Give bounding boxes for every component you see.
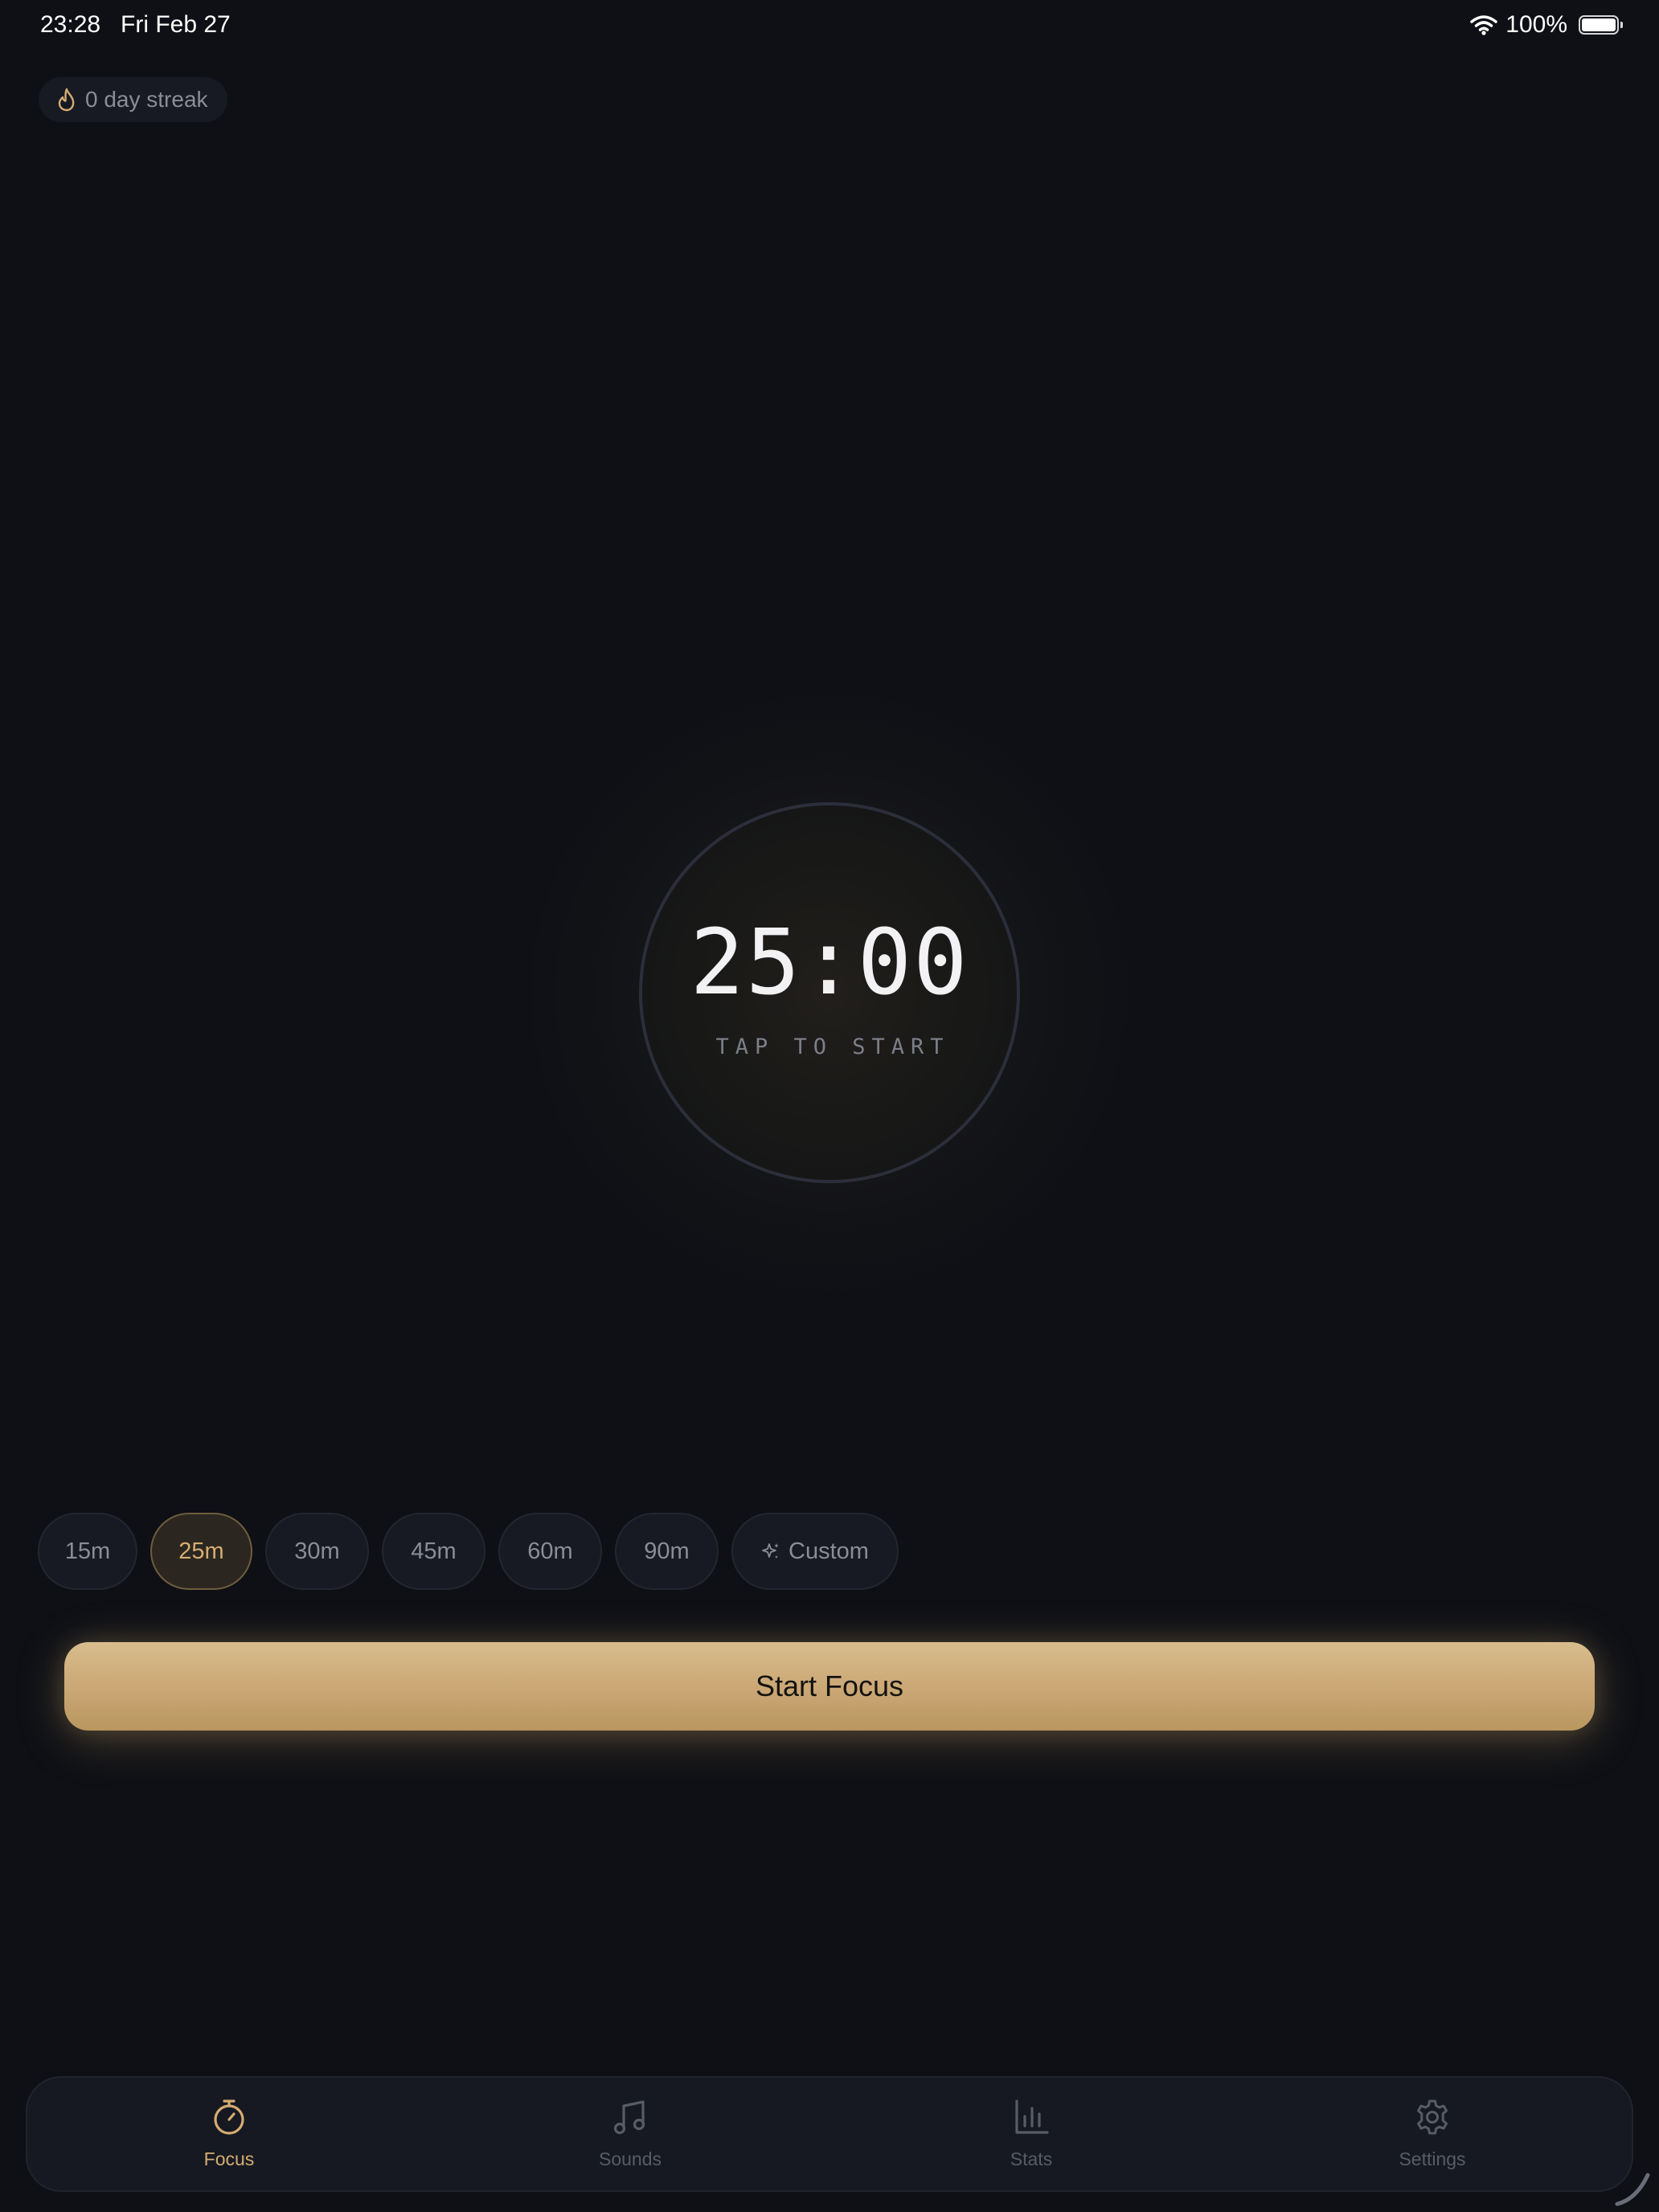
duration-chip-15m[interactable]: 15m: [38, 1513, 137, 1590]
tab-sounds[interactable]: Sounds: [510, 2078, 751, 2190]
battery-icon: [1579, 15, 1623, 35]
tab-label: Stats: [1010, 2149, 1053, 2169]
duration-chip-custom[interactable]: Custom: [731, 1513, 899, 1590]
streak-badge: 0 day streak: [39, 77, 227, 122]
status-indicators: 100%: [1470, 11, 1623, 39]
gear-icon: [1312, 2099, 1553, 2136]
status-date: Fri Feb 27: [121, 11, 231, 38]
duration-chip-45m[interactable]: 45m: [382, 1513, 485, 1590]
battery-percentage: 100%: [1505, 11, 1567, 38]
sparkle-icon: [761, 1542, 780, 1561]
tab-focus[interactable]: Focus: [109, 2078, 350, 2190]
duration-chip-90m[interactable]: 90m: [615, 1513, 719, 1590]
music-note-icon: [510, 2099, 751, 2136]
flame-icon: [56, 87, 77, 113]
duration-chip-60m[interactable]: 60m: [498, 1513, 602, 1590]
streak-label: 0 day streak: [85, 87, 208, 112]
resize-handle-icon: [1612, 2167, 1653, 2207]
tab-label: Focus: [203, 2149, 255, 2169]
timer-display: 25:00: [690, 911, 969, 1015]
tab-bar: Focus Sounds Stats Settings: [26, 2076, 1633, 2192]
timer-dial[interactable]: 25:00 TAP TO START: [639, 802, 1020, 1183]
bar-chart-icon: [911, 2099, 1152, 2136]
duration-chip-25m[interactable]: 25m: [150, 1513, 252, 1590]
wifi-icon: [1470, 14, 1498, 35]
tab-label: Settings: [1399, 2149, 1466, 2169]
duration-selector: 15m 25m 30m 45m 60m 90m Custom: [38, 1513, 899, 1590]
start-focus-label: Start Focus: [755, 1669, 904, 1702]
stopwatch-icon: [109, 2099, 350, 2136]
tab-settings[interactable]: Settings: [1312, 2078, 1553, 2190]
status-bar: 23:28 Fri Feb 27 100%: [0, 0, 1659, 51]
custom-label: Custom: [789, 1538, 869, 1564]
tab-label: Sounds: [598, 2149, 662, 2169]
tab-stats[interactable]: Stats: [911, 2078, 1152, 2190]
duration-chip-30m[interactable]: 30m: [265, 1513, 369, 1590]
timer-hint: TAP TO START: [715, 1034, 950, 1059]
start-focus-button[interactable]: Start Focus: [64, 1642, 1595, 1731]
status-time: 23:28: [40, 11, 101, 38]
